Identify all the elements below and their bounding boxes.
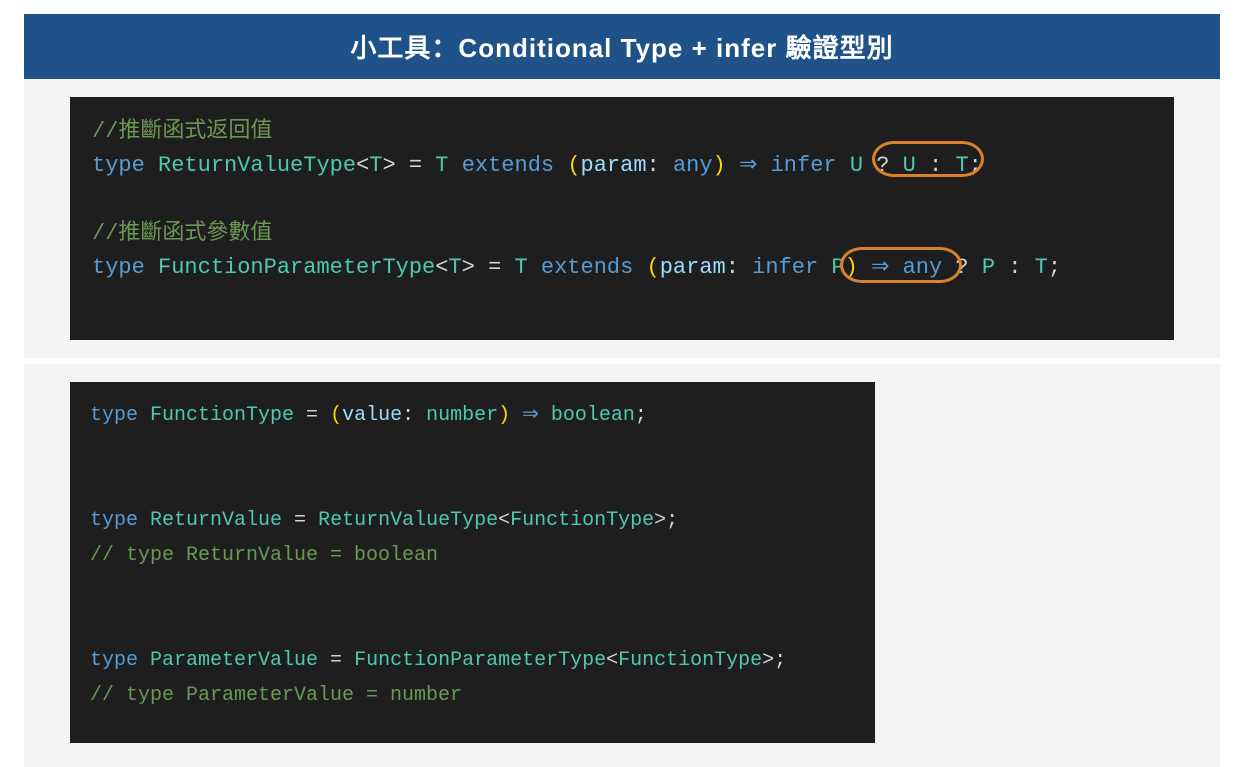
semi: ; [635,404,647,427]
generic-t: T [435,153,461,178]
kw-type: type [92,255,158,280]
arg: FunctionType [618,649,762,672]
code-section-2-wrapper: type FunctionType = (value: number) ⇒ bo… [24,364,1220,767]
kw-extends: extends [541,255,647,280]
kw-infer: infer [752,255,831,280]
param: value [342,404,402,427]
angle: < [606,649,618,672]
arrow: ⇒ [739,153,771,178]
code-block-1: //推斷函式返回值 type ReturnValueType<T> = T ex… [70,97,1174,340]
qmark: ? [876,153,889,178]
eq: = [475,255,515,280]
infer-p: P [831,255,844,280]
paren: ) [713,153,739,178]
eq: = [294,404,330,427]
space [969,255,982,280]
type-name: FunctionParameterType [158,255,435,280]
type-name: ReturnValueType [158,153,356,178]
eq: = [318,649,354,672]
space [889,153,902,178]
paren: ( [567,153,580,178]
paren: ) [498,404,522,427]
angle: > [762,649,774,672]
colon: : [929,153,955,178]
colon: : [726,255,752,280]
gen: ReturnValueType [318,509,498,532]
generic-t: T [514,255,540,280]
comment: // type ReturnValue = boolean [90,544,438,567]
angle: > [654,509,666,532]
semi: ; [666,509,678,532]
paren: ) [845,255,858,280]
slide-title: 小工具：Conditional Type + infer 驗證型別 [24,14,1220,79]
t: T [955,153,968,178]
space [858,255,871,280]
paren: ( [647,255,660,280]
infer-u: U [850,153,876,178]
angle: < [435,255,448,280]
ret: boolean [551,404,635,427]
param: param [660,255,726,280]
u: U [903,153,929,178]
angle: < [498,509,510,532]
colon: : [402,404,426,427]
p: P [982,255,1008,280]
eq: = [396,153,436,178]
arrow: ⇒ [871,255,903,280]
type-name: FunctionType [150,404,294,427]
type-name: ParameterValue [150,649,318,672]
kw-infer: infer [771,153,850,178]
ptype: number [426,404,498,427]
generic-t: T [448,255,461,280]
kw-type: type [92,153,158,178]
arg: FunctionType [510,509,654,532]
kw-extends: extends [462,153,568,178]
paren: ( [330,404,342,427]
comment: // type ParameterValue = number [90,684,462,707]
kw-any: any [673,153,713,178]
gen: FunctionParameterType [354,649,606,672]
comment: //推斷函式參數值 [92,221,272,246]
qmark: ? [955,255,968,280]
comment: //推斷函式返回值 [92,119,272,144]
arrow: ⇒ [522,404,551,427]
semi: ; [774,649,786,672]
semi: ; [969,153,982,178]
colon: : [647,153,673,178]
colon: : [1008,255,1034,280]
kw-type: type [90,404,150,427]
angle: > [382,153,395,178]
kw-type: type [90,649,150,672]
code-section-1-wrapper: //推斷函式返回值 type ReturnValueType<T> = T ex… [24,79,1220,358]
kw-any: any [903,255,956,280]
eq: = [282,509,318,532]
kw-type: type [90,509,150,532]
semi: ; [1048,255,1061,280]
t: T [1035,255,1048,280]
generic-t: T [369,153,382,178]
angle: > [462,255,475,280]
param: param [581,153,647,178]
code-block-2: type FunctionType = (value: number) ⇒ bo… [70,382,875,743]
type-name: ReturnValue [150,509,282,532]
angle: < [356,153,369,178]
